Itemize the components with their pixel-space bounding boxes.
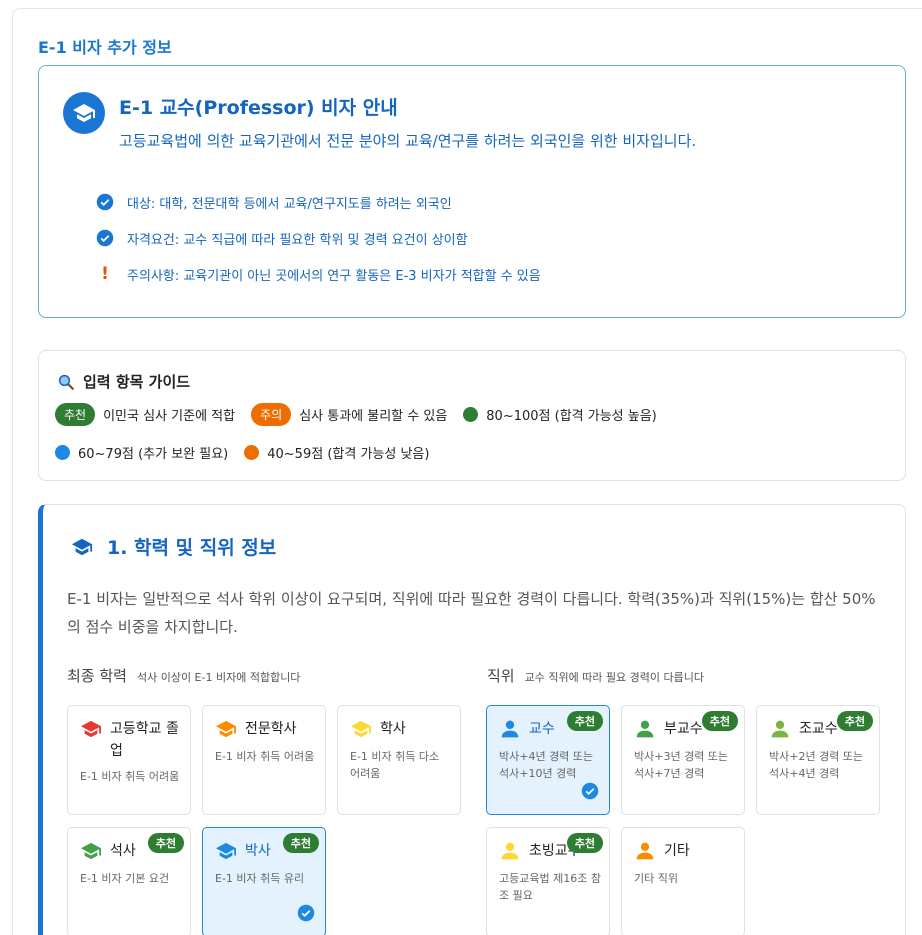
- graduation-cap-icon: [80, 718, 102, 740]
- graduation-cap-icon: [215, 840, 237, 862]
- dot-low-icon: [244, 445, 260, 460]
- recommend-badge: 추천: [701, 711, 738, 731]
- option-header: 학사: [350, 718, 450, 740]
- legend-recommend: 추천 이민국 심사 기준에 적합: [55, 403, 235, 426]
- option-name: 조교수: [799, 721, 838, 737]
- option-tile[interactable]: 부교수박사+3년 경력 또는 석사+7년 경력 추천: [621, 705, 745, 815]
- option-description: 고등교육법 제16조 참조 필요: [499, 872, 601, 902]
- score-high-text: 80~100점 (합격 가능성 높음): [486, 409, 657, 424]
- graduation-cap-icon: [215, 718, 237, 740]
- person-icon: [499, 840, 521, 862]
- legend-score-low: 40~59점 (합격 가능성 낮음): [244, 443, 429, 462]
- check-circle-icon: [95, 228, 115, 248]
- info-item-text: 자격요건: 교수 직급에 따라 필요한 학위 및 경력 요건이 상이함: [127, 232, 468, 248]
- option-header: 기타: [634, 840, 734, 862]
- option-name: 기타: [664, 843, 690, 859]
- graduation-cap-icon: [71, 536, 93, 558]
- position-label-hint: 교수 직위에 따라 필요 경력이 다릅니다: [524, 671, 705, 684]
- section1-title: 1. 학력 및 직위 정보: [71, 533, 276, 560]
- section1-title-text: 1. 학력 및 직위 정보: [107, 537, 277, 559]
- option-tile[interactable]: 학사 E-1 비자 취득 다소 어려움: [337, 705, 461, 815]
- info-item: ! 주의사항: 교육기관이 아닌 곳에서의 연구 활동은 E-3 비자가 적합할…: [95, 256, 541, 292]
- dot-mid-icon: [55, 445, 70, 460]
- graduation-cap-icon: [350, 718, 372, 740]
- option-description: E-1 비자 취득 유리: [215, 872, 305, 885]
- recommend-badge: 추천: [836, 711, 873, 731]
- person-icon: [634, 840, 656, 862]
- legend-row: 60~79점 (추가 보완 필요) 40~59점 (합격 가능성 낮음): [55, 443, 445, 462]
- option-tile[interactable]: 기타기타 직위: [621, 827, 745, 935]
- input-guide-card: 입력 항목 가이드 추천 이민국 심사 기준에 적합 주의 심사 통과에 불리할…: [38, 350, 906, 481]
- graduation-cap-icon: [63, 92, 105, 134]
- option-tile[interactable]: 박사 E-1 비자 취득 유리 추천: [202, 827, 326, 935]
- person-icon: [499, 718, 521, 740]
- education-label-hint: 석사 이상이 E-1 비자에 적합합니다: [136, 671, 301, 684]
- option-tile[interactable]: 전문학사 E-1 비자 취득 어려움: [202, 705, 326, 815]
- info-list: 대상: 대학, 전문대학 등에서 교육/연구지도를 하려는 외국인 자격요건: …: [95, 184, 541, 292]
- selected-check-icon: [581, 782, 599, 804]
- option-name: 학사: [380, 721, 406, 737]
- legend-score-mid: 60~79점 (추가 보완 필요): [55, 443, 228, 462]
- exclamation-icon: !: [101, 264, 109, 284]
- guide-title: 입력 항목 가이드: [57, 371, 190, 392]
- option-name: 교수: [529, 721, 555, 737]
- option-tile[interactable]: 석사 E-1 비자 기본 요건 추천: [67, 827, 191, 935]
- option-description: 박사+2년 경력 또는 석사+4년 경력: [769, 750, 864, 780]
- option-description: 기타 직위: [634, 872, 678, 885]
- section1-description: E-1 비자는 일반적으로 석사 학위 이상이 요구되며, 직위에 따라 필요한…: [67, 590, 876, 636]
- position-label: 직위 교수 직위에 따라 필요 경력이 다릅니다: [487, 665, 704, 686]
- option-description: E-1 비자 취득 어려움: [80, 770, 180, 783]
- option-description: E-1 비자 기본 요건: [80, 872, 170, 885]
- option-header: 고등학교 졸업: [80, 718, 180, 762]
- check-circle-icon: [95, 192, 115, 212]
- option-tile[interactable]: 고등학교 졸업 E-1 비자 취득 어려움: [67, 705, 191, 815]
- option-header: 전문학사: [215, 718, 315, 740]
- option-tile[interactable]: 교수박사+4년 경력 또는 석사+10년 경력 추천: [486, 705, 610, 815]
- position-label-text: 직위: [487, 667, 515, 685]
- info-item: 자격요건: 교수 직급에 따라 필요한 학위 및 경력 요건이 상이함: [95, 220, 541, 256]
- visa-info-card: E-1 교수(Professor) 비자 안내 고등교육법에 의한 교육기관에서…: [38, 65, 906, 318]
- option-description: 박사+3년 경력 또는 석사+7년 경력: [634, 750, 729, 780]
- option-tile[interactable]: 조교수박사+2년 경력 또는 석사+4년 경력 추천: [756, 705, 880, 815]
- magnifier-icon: [57, 373, 75, 391]
- info-item-text: 대상: 대학, 전문대학 등에서 교육/연구지도를 하려는 외국인: [127, 196, 452, 212]
- option-name: 석사: [110, 843, 136, 859]
- education-label-text: 최종 학력: [67, 667, 127, 685]
- legend-caution: 주의 심사 통과에 불리할 수 있음: [251, 403, 447, 426]
- legend-score-high: 80~100점 (합격 가능성 높음): [463, 405, 657, 424]
- score-low-text: 40~59점 (합격 가능성 낮음): [267, 447, 430, 462]
- option-description: 박사+4년 경력 또는 석사+10년 경력: [499, 750, 594, 780]
- option-name: 전문학사: [245, 721, 297, 737]
- info-description: 고등교육법에 의한 교육기관에서 전문 분야의 교육/연구를 하려는 외국인을 …: [119, 132, 697, 150]
- section-title: E-1 비자 추가 정보: [38, 38, 172, 57]
- person-icon: [634, 718, 656, 740]
- recommend-badge: 추천: [566, 711, 603, 731]
- selected-check-icon: [297, 904, 315, 926]
- info-item: 대상: 대학, 전문대학 등에서 교육/연구지도를 하려는 외국인: [95, 184, 541, 220]
- option-description: E-1 비자 취득 다소 어려움: [350, 750, 440, 780]
- caution-text: 심사 통과에 불리할 수 있음: [299, 409, 448, 424]
- info-title: E-1 교수(Professor) 비자 안내: [119, 97, 398, 119]
- person-icon: [769, 718, 791, 740]
- info-item-text: 주의사항: 교육기관이 아닌 곳에서의 연구 활동은 E-3 비자가 적합할 수…: [127, 268, 541, 284]
- graduation-cap-icon: [80, 840, 102, 862]
- education-position-section: 1. 학력 및 직위 정보 E-1 비자는 일반적으로 석사 학위 이상이 요구…: [38, 504, 906, 935]
- education-label: 최종 학력 석사 이상이 E-1 비자에 적합합니다: [67, 665, 300, 686]
- option-tile[interactable]: 초빙교수 고등교육법 제16조 참조 필요 추천: [486, 827, 610, 935]
- recommend-text: 이민국 심사 기준에 적합: [103, 409, 236, 424]
- recommend-badge: 추천: [147, 833, 184, 853]
- option-name: 부교수: [664, 721, 703, 737]
- option-name: 고등학교 졸업: [110, 721, 179, 759]
- option-description: E-1 비자 취득 어려움: [215, 750, 315, 763]
- recommend-chip: 추천: [55, 403, 96, 426]
- score-mid-text: 60~79점 (추가 보완 필요): [78, 447, 229, 462]
- recommend-badge: 추천: [282, 833, 319, 853]
- legend-row: 추천 이민국 심사 기준에 적합 주의 심사 통과에 불리할 수 있음 80~1…: [55, 403, 673, 426]
- option-name: 박사: [245, 843, 271, 859]
- dot-high-icon: [463, 407, 479, 422]
- caution-chip: 주의: [251, 403, 292, 426]
- guide-title-text: 입력 항목 가이드: [83, 373, 191, 391]
- recommend-badge: 추천: [566, 833, 603, 853]
